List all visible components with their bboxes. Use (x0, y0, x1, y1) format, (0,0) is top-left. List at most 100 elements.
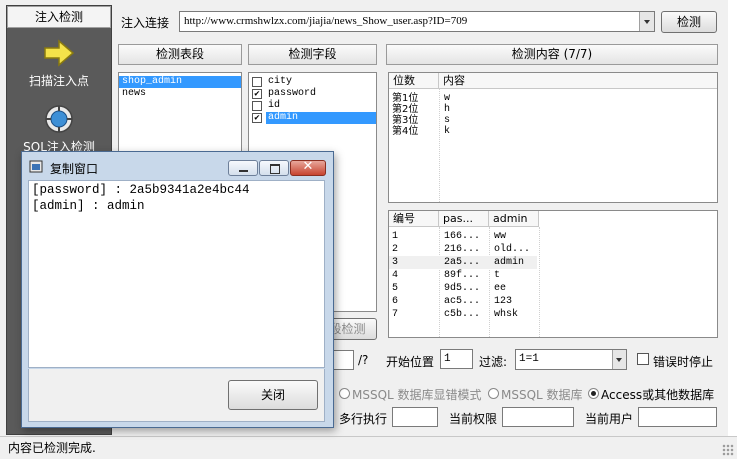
current-perm-input[interactable] (502, 407, 574, 427)
current-perm-label: 当前权限 (449, 412, 498, 426)
records-cell: 166... (444, 231, 481, 242)
mssql-radio[interactable] (488, 388, 499, 399)
error-stop-label: 错误时停止 (653, 355, 714, 369)
mssql-error-label: MSSQL 数据库显错模式 (352, 388, 482, 402)
mssql-label: MSSQL 数据库 (501, 388, 583, 402)
error-stop-checkbox[interactable] (637, 353, 649, 365)
content-cell: k (444, 126, 451, 137)
field-item-admin[interactable]: ✔ admin (249, 112, 376, 124)
table-row[interactable]: 3 2a5... admin (389, 256, 537, 269)
records-cell: 3 (392, 257, 399, 268)
sidebar-tab-inject-detect[interactable]: 注入检测 (7, 6, 111, 28)
field-checkbox-password[interactable]: ✔ (252, 89, 262, 99)
records-cell: whsk (494, 309, 519, 320)
url-label: 注入连接 (121, 16, 170, 30)
records-cell: 123 (494, 296, 513, 307)
content-col-value[interactable]: 内容 (439, 73, 717, 89)
maximize-button[interactable] (259, 160, 289, 176)
field-label: password (268, 88, 317, 99)
content-cell: 第4位 (392, 126, 419, 137)
content-grid[interactable]: 位数 内容 第1位 w 第2位 h 第3位 s 第4位 k (388, 72, 718, 203)
detect-button[interactable]: 检测 (661, 11, 717, 33)
table-row[interactable]: 5 9d5... ee (389, 282, 717, 295)
records-cell: 6 (392, 296, 399, 307)
url-combobox[interactable]: http://www.crmshwlzx.com/jiajia/news_Sho… (179, 11, 655, 32)
start-position-label: 开始位置 (386, 355, 435, 369)
current-user-label: 当前用户 (585, 412, 634, 426)
records-cell: t (494, 270, 501, 281)
records-cell: c5b... (444, 309, 481, 320)
field-item-id[interactable]: id (249, 100, 376, 112)
table-row[interactable]: 第4位 k (389, 125, 717, 138)
close-button[interactable]: 关闭 (228, 380, 318, 410)
sql-inject-detect-tool[interactable]: SQL注入检测 (7, 104, 111, 152)
url-value: http://www.crmshwlzx.com/jiajia/news_Sho… (184, 15, 468, 27)
table-row[interactable]: 2 216... old... (389, 243, 717, 256)
table-item-news[interactable]: news (119, 88, 241, 100)
start-position-input[interactable]: 1 (440, 349, 473, 369)
fields-panel-header[interactable]: 检测字段 (248, 44, 377, 65)
filter-dropdown-button[interactable] (612, 350, 626, 369)
records-cell: 1 (392, 231, 399, 242)
records-cell: 9d5... (444, 283, 481, 294)
records-col-id[interactable]: 编号 (389, 211, 439, 227)
records-col-password[interactable]: pas... (439, 211, 489, 227)
access-radio[interactable] (588, 388, 599, 399)
filter-combobox[interactable]: 1=1 (515, 349, 627, 370)
table-row[interactable]: 6 ac5... 123 (389, 295, 717, 308)
records-grid[interactable]: 编号 pas... admin 1 166... ww 2 216... old… (388, 210, 718, 338)
field-checkbox-admin[interactable]: ✔ (252, 113, 262, 123)
table-row[interactable]: 1 166... ww (389, 230, 717, 243)
copy-text-area[interactable]: [password] : 2a5b9341a2e4bc44 [admin] : … (28, 180, 325, 368)
table-row[interactable]: 4 89f... t (389, 269, 717, 282)
copy-text-line: [admin] : admin (32, 199, 145, 213)
field-item-city[interactable]: city (249, 76, 376, 88)
mssql-error-radio[interactable] (339, 388, 350, 399)
records-cell: 4 (392, 270, 399, 281)
table-row[interactable]: 7 c5b... whsk (389, 308, 717, 321)
records-cell: 89f... (444, 270, 481, 281)
records-cell: admin (494, 257, 525, 268)
close-icon: ✕ (302, 159, 314, 174)
copy-window-title: 复制窗口 (50, 162, 99, 176)
field-checkbox-city[interactable] (252, 77, 262, 87)
records-cell: ac5... (444, 296, 481, 307)
records-col-admin[interactable]: admin (489, 211, 539, 227)
tables-panel-header[interactable]: 检测表段 (118, 44, 242, 65)
field-item-password[interactable]: ✔ password (249, 88, 376, 100)
records-cell: 7 (392, 309, 399, 320)
resize-grip[interactable] (722, 444, 734, 456)
content-panel-header[interactable]: 检测内容 (7/7) (386, 44, 718, 65)
url-dropdown-button[interactable] (639, 12, 654, 31)
status-text: 内容已检测完成. (8, 441, 96, 455)
filter-value: 1=1 (519, 353, 539, 365)
multi-exec-input[interactable] (392, 407, 438, 427)
window-edge (728, 0, 737, 436)
records-cell: 5 (392, 283, 399, 294)
minimize-button[interactable] (228, 160, 258, 176)
records-cell: ee (494, 283, 507, 294)
sql-globe-icon (45, 105, 73, 133)
scan-inject-point-label: 扫描注入点 (28, 74, 89, 88)
table-item-shop-admin[interactable]: shop_admin (119, 76, 241, 88)
field-checkbox-id[interactable] (252, 101, 262, 111)
records-cell: ww (494, 231, 507, 242)
records-cell: old... (494, 244, 531, 255)
content-col-digit[interactable]: 位数 (389, 73, 439, 89)
multi-exec-label: 多行执行 (339, 412, 388, 426)
records-cell: 2a5... (444, 257, 481, 268)
records-cell: 2 (392, 244, 399, 255)
filter-label: 过滤: (479, 355, 508, 369)
status-bar: 内容已检测完成. (0, 436, 737, 459)
current-user-input[interactable] (638, 407, 717, 427)
scan-inject-point-tool[interactable]: 扫描注入点 (7, 38, 111, 89)
slash-label: /? (358, 353, 369, 367)
arrow-right-icon (44, 39, 75, 67)
field-label: admin (266, 112, 376, 124)
field-label: city (268, 76, 293, 87)
app-icon (29, 160, 43, 173)
copy-text-line: [password] : 2a5b9341a2e4bc44 (32, 183, 250, 197)
records-cell: 216... (444, 244, 481, 255)
access-label: Access或其他数据库 (601, 388, 715, 402)
field-label: id (268, 100, 281, 111)
